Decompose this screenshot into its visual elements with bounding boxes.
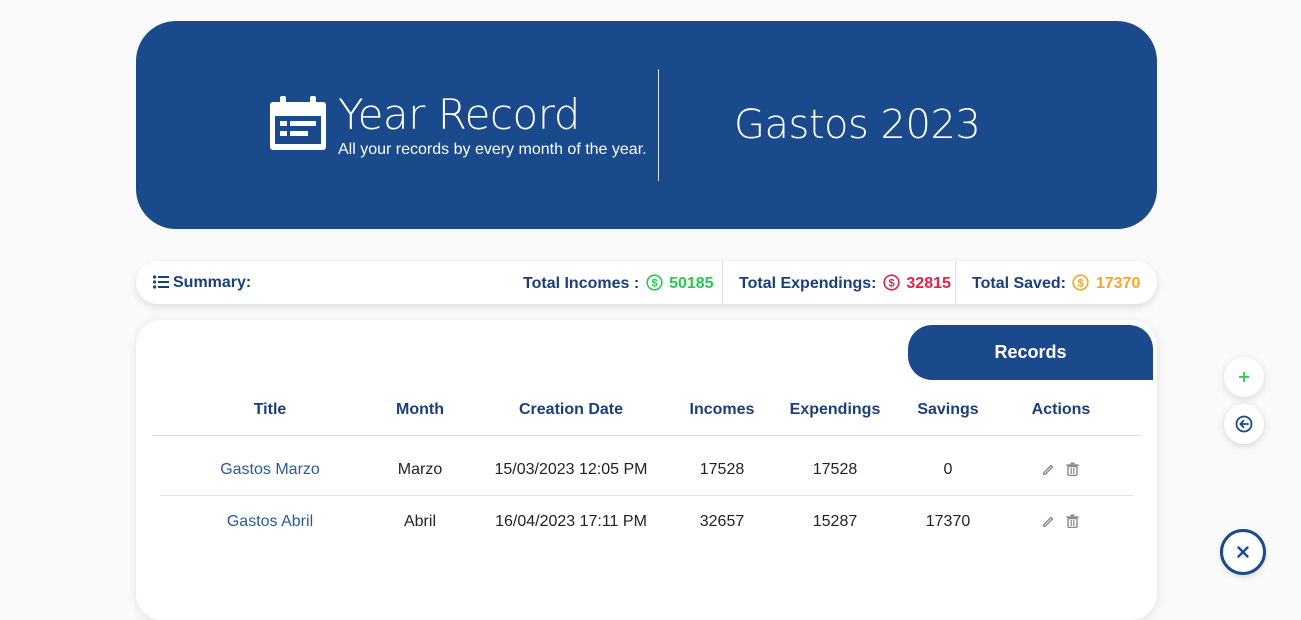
back-button[interactable] [1224,404,1264,444]
trash-icon[interactable] [1066,514,1079,528]
calendar-icon [270,96,326,150]
summary-label-text: Summary: [173,274,252,291]
total-saved-label: Total Saved: [972,275,1066,292]
header-divider [658,69,659,181]
svg-text:$: $ [1078,278,1084,290]
records-panel: Records Title Month Creation Date Income… [136,320,1157,620]
dollar-coin-icon: $ [1072,274,1090,291]
total-saved: Total Saved: $ 17370 [972,274,1140,293]
row-expendings: 17528 [812,461,858,478]
total-incomes: Total Incomes : $ 50185 [523,274,714,293]
page-title: Year Record [338,90,580,139]
total-expendings: Total Expendings: $ 32815 [739,274,951,293]
row-creation-date: 15/03/2023 12:05 PM [494,461,648,478]
total-incomes-value: 50185 [669,275,714,292]
summary-separator [722,261,723,304]
total-saved-value: 17370 [1095,275,1141,292]
column-header-incomes: Incomes [689,401,755,418]
arrow-left-circle-icon [1235,415,1253,433]
total-expendings-label: Total Expendings: [739,275,877,292]
column-header-creation-date: Creation Date [518,401,624,418]
close-icon [1220,529,1266,575]
tab-records[interactable]: Records [908,325,1153,380]
svg-text:$: $ [888,278,894,290]
summary-separator [955,261,956,304]
table-header-divider [152,435,1141,436]
year-record-header: Year Record All your records by every mo… [136,21,1157,229]
column-header-expendings: Expendings [789,401,881,418]
column-header-actions: Actions [1031,401,1091,418]
row-savings: 17370 [925,513,971,530]
plus-icon [1239,372,1249,382]
row-title[interactable]: Gastos Abril [195,513,345,531]
row-creation-date: 16/04/2023 17:11 PM [495,513,647,530]
row-month: Marzo [397,461,443,478]
row-incomes: 32657 [699,513,745,530]
dollar-coin-icon: $ [646,274,663,291]
record-name: Gastos 2023 [734,102,981,148]
list-icon [153,275,169,289]
total-expendings-value: 32815 [906,275,951,292]
row-incomes: 17528 [699,461,745,478]
svg-text:$: $ [651,278,657,290]
row-month: Abril [403,513,436,530]
dollar-coin-icon: $ [883,274,900,291]
row-divider [160,495,1133,496]
pencil-icon[interactable] [1042,515,1055,528]
page-subtitle: All your records by every month of the y… [338,141,647,158]
column-header-title: Title [253,401,287,418]
row-expendings: 15287 [812,513,858,530]
trash-icon[interactable] [1066,462,1079,476]
column-header-savings: Savings [917,401,979,418]
add-record-button[interactable] [1224,357,1264,397]
row-savings: 0 [943,461,953,478]
summary-label: Summary: [153,274,251,292]
row-title[interactable]: Gastos Marzo [195,461,345,479]
close-button[interactable] [1220,529,1266,575]
summary-bar: Summary: Total Incomes : $ 50185 Total E… [136,261,1157,304]
total-incomes-label: Total Incomes : [523,275,640,292]
column-header-month: Month [396,401,444,418]
pencil-icon[interactable] [1042,463,1055,476]
